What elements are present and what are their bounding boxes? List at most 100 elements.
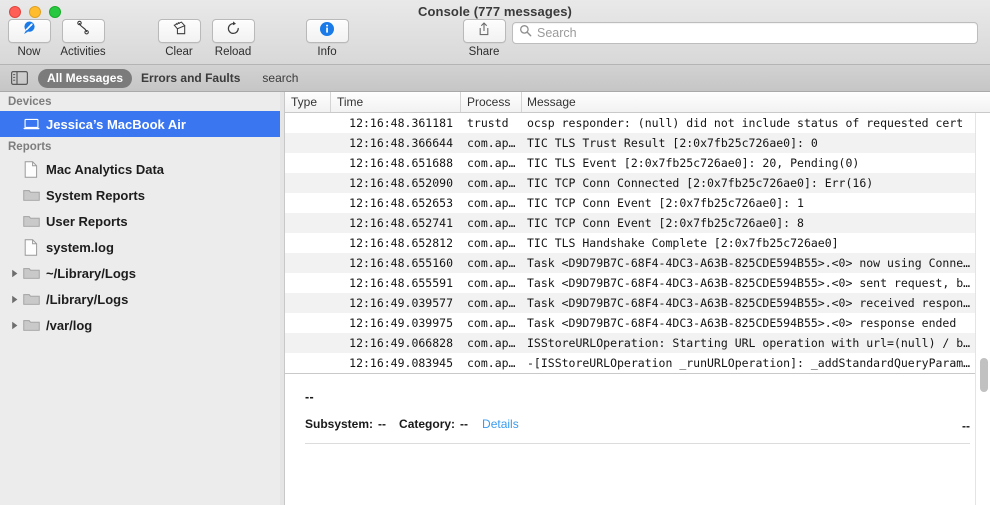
table-row[interactable]: 12:16:48.652653 com.ap… TIC TCP Conn Event… xyxy=(285,193,990,213)
cell-time: 12:16:48.652090 xyxy=(349,176,453,190)
cell-time: 12:16:49.083945 xyxy=(349,356,453,370)
info-button[interactable]: Info xyxy=(300,19,354,58)
window-title: Console (777 messages) xyxy=(418,4,572,19)
table-row[interactable]: 12:16:48.361181 trustd ocsp responder: (nu… xyxy=(285,113,990,133)
detail-category-label: Category: xyxy=(399,417,456,431)
share-button-label: Share xyxy=(468,46,500,58)
chevron-right-icon[interactable] xyxy=(8,269,21,278)
sidebar-scrollbar[interactable] xyxy=(280,92,284,505)
toolbar: Console (777 messages) Now Activities Cl… xyxy=(0,0,990,65)
tab-errors-and-faults[interactable]: Errors and Faults xyxy=(132,69,249,88)
sidebar-section-header-devices: Devices xyxy=(8,96,52,108)
clear-button[interactable]: Clear xyxy=(152,19,206,58)
detail-subsystem-label: Subsystem: xyxy=(305,417,374,431)
sidebar-item-jessicas-macbook-air[interactable]: Jessica’s MacBook Air xyxy=(0,111,281,137)
column-header-time[interactable]: Time xyxy=(331,92,461,112)
table-row[interactable]: 12:16:48.652812 com.ap… TIC TLS Handshake … xyxy=(285,233,990,253)
sidebar-item-user-reports[interactable]: User Reports xyxy=(0,208,284,234)
cell-process: com.ap… xyxy=(467,336,516,350)
info-button-label: Info xyxy=(317,46,337,58)
sidebar-item-label: /Library/Logs xyxy=(46,291,129,307)
cell-message: Task <D9D79B7C-68F4-4DC3-A63B-825CDE594B… xyxy=(527,256,971,270)
laptop-icon xyxy=(21,118,41,131)
chevron-right-icon[interactable] xyxy=(8,321,21,330)
sidebar-item-var-log[interactable]: /var/log xyxy=(0,312,284,338)
share-icon xyxy=(476,21,492,42)
table-row[interactable]: 12:16:48.655591 com.ap… Task <D9D79B7C-68F… xyxy=(285,273,990,293)
detail-message: -- xyxy=(305,390,314,404)
table-row[interactable]: 12:16:48.655160 com.ap… Task <D9D79B7C-68F… xyxy=(285,253,990,273)
toolbar-group-mid: Clear Reload xyxy=(152,19,260,58)
activities-button[interactable]: Activities xyxy=(56,19,110,58)
detail-right-value: -- xyxy=(962,419,970,433)
log-table-body: 12:16:48.361181 trustd ocsp responder: (nu… xyxy=(285,113,990,373)
tab-all-messages[interactable]: All Messages xyxy=(38,68,133,88)
cell-message: TIC TLS Trust Result [2:0x7fb25c726ae0]:… xyxy=(527,136,818,150)
cell-time: 12:16:48.652653 xyxy=(349,196,453,210)
cell-process: com.ap… xyxy=(467,176,516,190)
column-header-process[interactable]: Process xyxy=(461,92,522,112)
column-header-message[interactable]: Message xyxy=(522,92,990,112)
document-icon xyxy=(21,238,41,256)
cell-process: com.ap… xyxy=(467,236,516,250)
cell-time: 12:16:48.366644 xyxy=(349,136,453,150)
console-window: Console (777 messages) Now Activities Cl… xyxy=(0,0,990,505)
sidebar-toggle-icon[interactable] xyxy=(8,70,30,86)
cell-message: ocsp responder: (null) did not include s… xyxy=(527,116,964,130)
toolbar-group-share: Share xyxy=(457,19,511,58)
toolbar-group-info: Info xyxy=(300,19,354,58)
detail-subsystem-value: -- xyxy=(378,417,387,431)
cell-process: trustd xyxy=(467,116,509,130)
table-row[interactable]: 12:16:49.083945 com.ap… -[ISStoreURLOperat… xyxy=(285,353,990,373)
sidebar-item-system-reports[interactable]: System Reports xyxy=(0,182,284,208)
column-header-type[interactable]: Type xyxy=(285,92,331,112)
table-header: Type Time Process Message xyxy=(285,92,990,113)
activities-icon xyxy=(75,20,92,42)
folder-icon xyxy=(21,266,41,280)
search-field[interactable] xyxy=(512,22,978,44)
detail-metadata: Subsystem: -- Category: -- Details xyxy=(305,417,970,431)
log-pane: Type Time Process Message 12:16:48.36118… xyxy=(285,92,990,505)
table-row[interactable]: 12:16:48.366644 com.ap… TIC TLS Trust Resu… xyxy=(285,133,990,153)
sidebar-item-system-log[interactable]: system.log xyxy=(0,234,284,260)
search-icon xyxy=(519,24,532,42)
cell-process: com.ap… xyxy=(467,276,516,290)
cell-process: com.ap… xyxy=(467,136,516,150)
table-row[interactable]: 12:16:49.066828 com.ap… ISStoreURLOperatio… xyxy=(285,333,990,353)
table-row[interactable]: 12:16:49.039975 com.ap… Task <D9D79B7C-68F… xyxy=(285,313,990,333)
scrollbar-thumb[interactable] xyxy=(980,358,988,392)
filter-search-label[interactable]: search xyxy=(262,71,298,85)
cell-time: 12:16:48.651688 xyxy=(349,156,453,170)
table-row[interactable]: 12:16:48.652090 com.ap… TIC TCP Conn Conne… xyxy=(285,173,990,193)
search-input[interactable] xyxy=(537,26,957,40)
cell-process: com.ap… xyxy=(467,356,516,370)
chevron-right-icon[interactable] xyxy=(8,295,21,304)
details-link[interactable]: Details xyxy=(482,417,519,431)
cell-message: TIC TLS Handshake Complete [2:0x7fb25c72… xyxy=(527,236,839,250)
detail-pane: -- Subsystem: -- Category: -- Details -- xyxy=(285,374,990,505)
sidebar-item-user-library-logs[interactable]: ~/Library/Logs xyxy=(0,260,284,286)
share-button[interactable]: Share xyxy=(457,19,511,58)
now-button[interactable]: Now xyxy=(2,19,56,58)
reload-button-label: Reload xyxy=(214,46,252,58)
clear-button-label: Clear xyxy=(165,46,193,58)
table-row[interactable]: 12:16:48.651688 com.ap… TIC TLS Event [2:0… xyxy=(285,153,990,173)
table-row[interactable]: 12:16:49.039577 com.ap… Task <D9D79B7C-68F… xyxy=(285,293,990,313)
cell-message: TIC TCP Conn Event [2:0x7fb25c726ae0]: 8 xyxy=(527,216,804,230)
sidebar-item-label: system.log xyxy=(46,239,114,255)
reload-button[interactable]: Reload xyxy=(206,19,260,58)
scrollbar-track[interactable] xyxy=(976,113,990,393)
now-button-label: Now xyxy=(17,46,41,58)
cell-message: Task <D9D79B7C-68F4-4DC3-A63B-825CDE594B… xyxy=(527,276,971,290)
cell-process: com.ap… xyxy=(467,256,516,270)
sidebar-item-mac-analytics-data[interactable]: Mac Analytics Data xyxy=(0,156,284,182)
filter-bar: All Messages Errors and Faults search xyxy=(0,65,990,92)
sidebar-item-library-logs[interactable]: /Library/Logs xyxy=(0,286,284,312)
cell-message: Task <D9D79B7C-68F4-4DC3-A63B-825CDE594B… xyxy=(527,296,971,310)
table-row[interactable]: 12:16:48.652741 com.ap… TIC TCP Conn Event… xyxy=(285,213,990,233)
cell-process: com.ap… xyxy=(467,156,516,170)
log-vertical-scrollbar[interactable] xyxy=(975,113,990,505)
clear-icon xyxy=(171,20,188,42)
cell-process: com.ap… xyxy=(467,196,516,210)
activities-button-label: Activities xyxy=(60,46,106,58)
